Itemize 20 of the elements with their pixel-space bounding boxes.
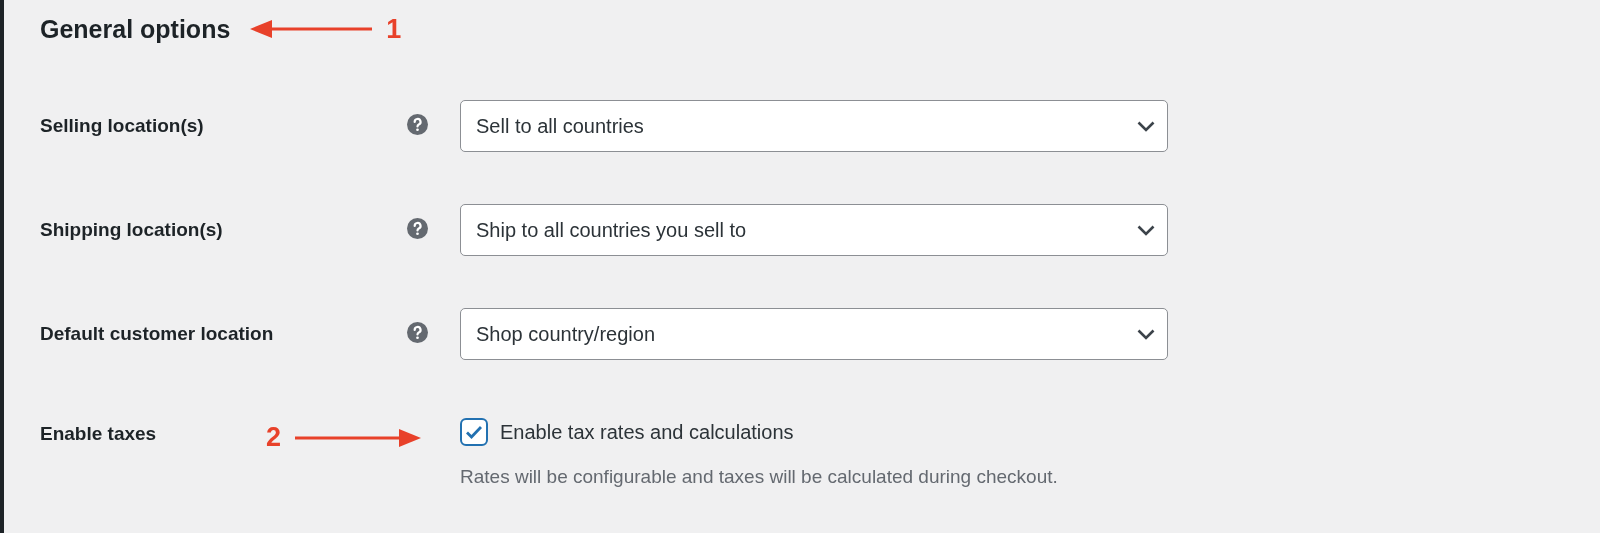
field-label: Selling location(s) [40,115,204,137]
help-icon[interactable] [407,321,428,343]
annotation-number: 1 [386,13,402,45]
dropdown-select[interactable]: Sell to all countries [460,100,1168,152]
checkbox[interactable] [460,418,488,446]
field-label: Shipping location(s) [40,219,223,241]
field-label: Enable taxes [40,423,157,445]
field-label: Default customer location [40,323,274,345]
checkmark-icon [465,425,483,439]
help-icon[interactable] [407,113,428,135]
chevron-down-icon [1137,328,1155,340]
chevron-down-icon [1137,120,1155,132]
checkbox-label: Enable tax rates and calculations [500,420,794,444]
annotation-number: 2 [266,422,282,453]
dropdown-select[interactable]: Shop country/region [460,308,1168,360]
field-description: Rates will be configurable and taxes will be calculated during checkout. [460,466,1059,488]
dropdown-select[interactable]: Ship to all countries you sell to [460,204,1168,256]
help-icon[interactable] [407,217,428,239]
chevron-down-icon [1137,224,1155,236]
section-title: General options [40,14,231,44]
